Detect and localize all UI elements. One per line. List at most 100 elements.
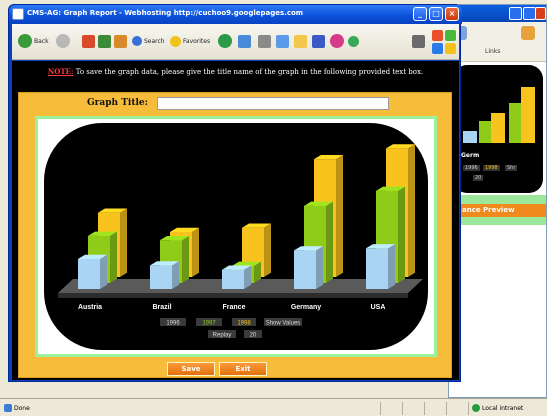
- save-notice: NOTE: To save the graph data, please giv…: [12, 67, 459, 76]
- discuss-icon: [312, 34, 325, 48]
- window-title: CMS-AG: Graph Report - Webhosting http:/…: [27, 9, 304, 17]
- save-button[interactable]: Save: [167, 362, 215, 376]
- chart-bar-1996-usa: [366, 248, 388, 289]
- chart-bar-side: [110, 231, 117, 283]
- bar-chart: Austria Brazil France Germany USA 1996 1997 …: [44, 123, 428, 350]
- maximize-button[interactable]: □: [429, 7, 443, 21]
- research-button[interactable]: [348, 33, 361, 49]
- minimize-button[interactable]: _: [413, 7, 427, 21]
- ie-page-icon: [12, 8, 24, 20]
- bg-windows-logo-icon: [521, 26, 535, 40]
- bg-links-label[interactable]: Links: [485, 48, 500, 55]
- search-label: Search: [144, 37, 165, 45]
- chart-bar-side: [182, 235, 189, 283]
- favorites-button[interactable]: Favorites: [170, 33, 210, 49]
- action-buttons: Save Exit: [19, 362, 451, 376]
- home-button[interactable]: [114, 33, 129, 49]
- close-button[interactable]: ×: [445, 7, 459, 21]
- messenger-button[interactable]: [330, 33, 346, 49]
- search-icon: [132, 36, 142, 46]
- tools-button[interactable]: [412, 33, 427, 49]
- chart-bar-side: [388, 244, 395, 289]
- bg-preview-button[interactable]: ance Preview: [458, 204, 546, 217]
- chart-area: Austria Brazil France Germany USA 1996 1997 …: [38, 119, 434, 354]
- edit-button[interactable]: [276, 33, 291, 49]
- category-label-germany: Germany: [291, 304, 321, 311]
- research-icon: [348, 35, 359, 47]
- status-done: Done: [4, 404, 30, 412]
- chart-bar-side: [192, 227, 199, 277]
- intranet-globe-icon: [472, 404, 480, 412]
- bg-minimize-button[interactable]: [509, 7, 522, 20]
- speed-label: 20: [250, 333, 257, 339]
- status-right-text: Local intranet: [482, 404, 524, 412]
- back-label: Back: [34, 37, 49, 45]
- edit-icon: [276, 34, 289, 48]
- chart-bar-side: [316, 246, 323, 289]
- refresh-icon: [98, 34, 111, 48]
- page-done-icon: [4, 404, 12, 412]
- back-button[interactable]: Back: [18, 33, 49, 49]
- bg-pill: 1998: [483, 165, 500, 171]
- background-window: Links Germ 1996 1998 Shr 20 ance Preview: [448, 4, 547, 398]
- graph-title-input[interactable]: [157, 97, 389, 110]
- bg-pill: Shr: [505, 165, 518, 171]
- graph-panel: Graph Title: Austria Brazil France Germa…: [18, 92, 452, 378]
- mail-icon: [238, 34, 251, 48]
- show-values-label: Show Values: [266, 321, 301, 327]
- tools-icon: [412, 34, 425, 48]
- favorites-label: Favorites: [183, 37, 211, 45]
- maximize-icon: □: [432, 9, 440, 18]
- background-window-titlebar: [449, 5, 546, 22]
- year-1996-label: 1996: [166, 321, 180, 327]
- close-icon: ×: [448, 9, 456, 18]
- bg-pill: 1996: [463, 165, 480, 171]
- back-arrow-icon: [18, 34, 32, 48]
- refresh-button[interactable]: [98, 33, 113, 49]
- chart-floor-edge: [58, 293, 408, 298]
- status-separator: [402, 402, 403, 415]
- star-icon: [170, 35, 181, 47]
- chart-bar-side: [264, 223, 271, 277]
- category-label-austria: Austria: [78, 304, 102, 311]
- chart-bar-side: [120, 208, 127, 277]
- chart-bar-side: [398, 186, 405, 283]
- chart-bar-side: [326, 201, 333, 283]
- mail-button[interactable]: [238, 33, 253, 49]
- chart-bar-1996-france: [222, 269, 244, 289]
- status-bar: Done Local intranet: [0, 398, 547, 416]
- chart-bar-1996-brazil: [150, 265, 172, 289]
- stop-button[interactable]: [82, 33, 97, 49]
- forward-arrow-icon: [56, 34, 70, 48]
- notice-label: NOTE:: [47, 67, 74, 76]
- replay-label: Replay: [213, 333, 232, 339]
- messenger-icon: [330, 34, 344, 48]
- background-toolbar: [449, 22, 546, 62]
- bg-close-button[interactable]: [535, 7, 546, 20]
- browser-toolbar: Back Search Favorites: [12, 24, 459, 60]
- status-separator: [424, 402, 425, 415]
- notice-text: To save the graph data, please give the …: [73, 68, 424, 76]
- category-label-brazil: Brazil: [152, 304, 171, 311]
- discuss-button[interactable]: [312, 33, 327, 49]
- minimize-icon: _: [418, 9, 422, 18]
- chart-bar-1996-germany: [294, 250, 316, 289]
- history-icon: [218, 34, 232, 48]
- page-content: NOTE: To save the graph data, please giv…: [12, 61, 459, 380]
- folder-button[interactable]: [294, 33, 309, 49]
- status-zone: Local intranet: [472, 404, 523, 412]
- print-button[interactable]: [258, 33, 273, 49]
- graph-title-label: Graph Title:: [87, 98, 148, 108]
- search-button[interactable]: Search: [132, 33, 165, 49]
- window-titlebar[interactable]: CMS-AG: Graph Report - Webhosting http:/…: [9, 5, 462, 24]
- status-left-text: Done: [14, 404, 30, 412]
- graph-report-window: CMS-AG: Graph Report - Webhosting http:/…: [8, 4, 462, 382]
- windows-logo-icon: [432, 30, 456, 54]
- history-button[interactable]: [218, 33, 234, 49]
- forward-button[interactable]: [56, 33, 72, 49]
- exit-button[interactable]: Exit: [219, 362, 267, 376]
- chart-bar-side: [100, 254, 107, 289]
- chart-frame: Austria Brazil France Germany USA 1996 1997 …: [35, 116, 437, 357]
- bg-caption: Germ: [461, 152, 480, 159]
- status-separator: [446, 402, 447, 415]
